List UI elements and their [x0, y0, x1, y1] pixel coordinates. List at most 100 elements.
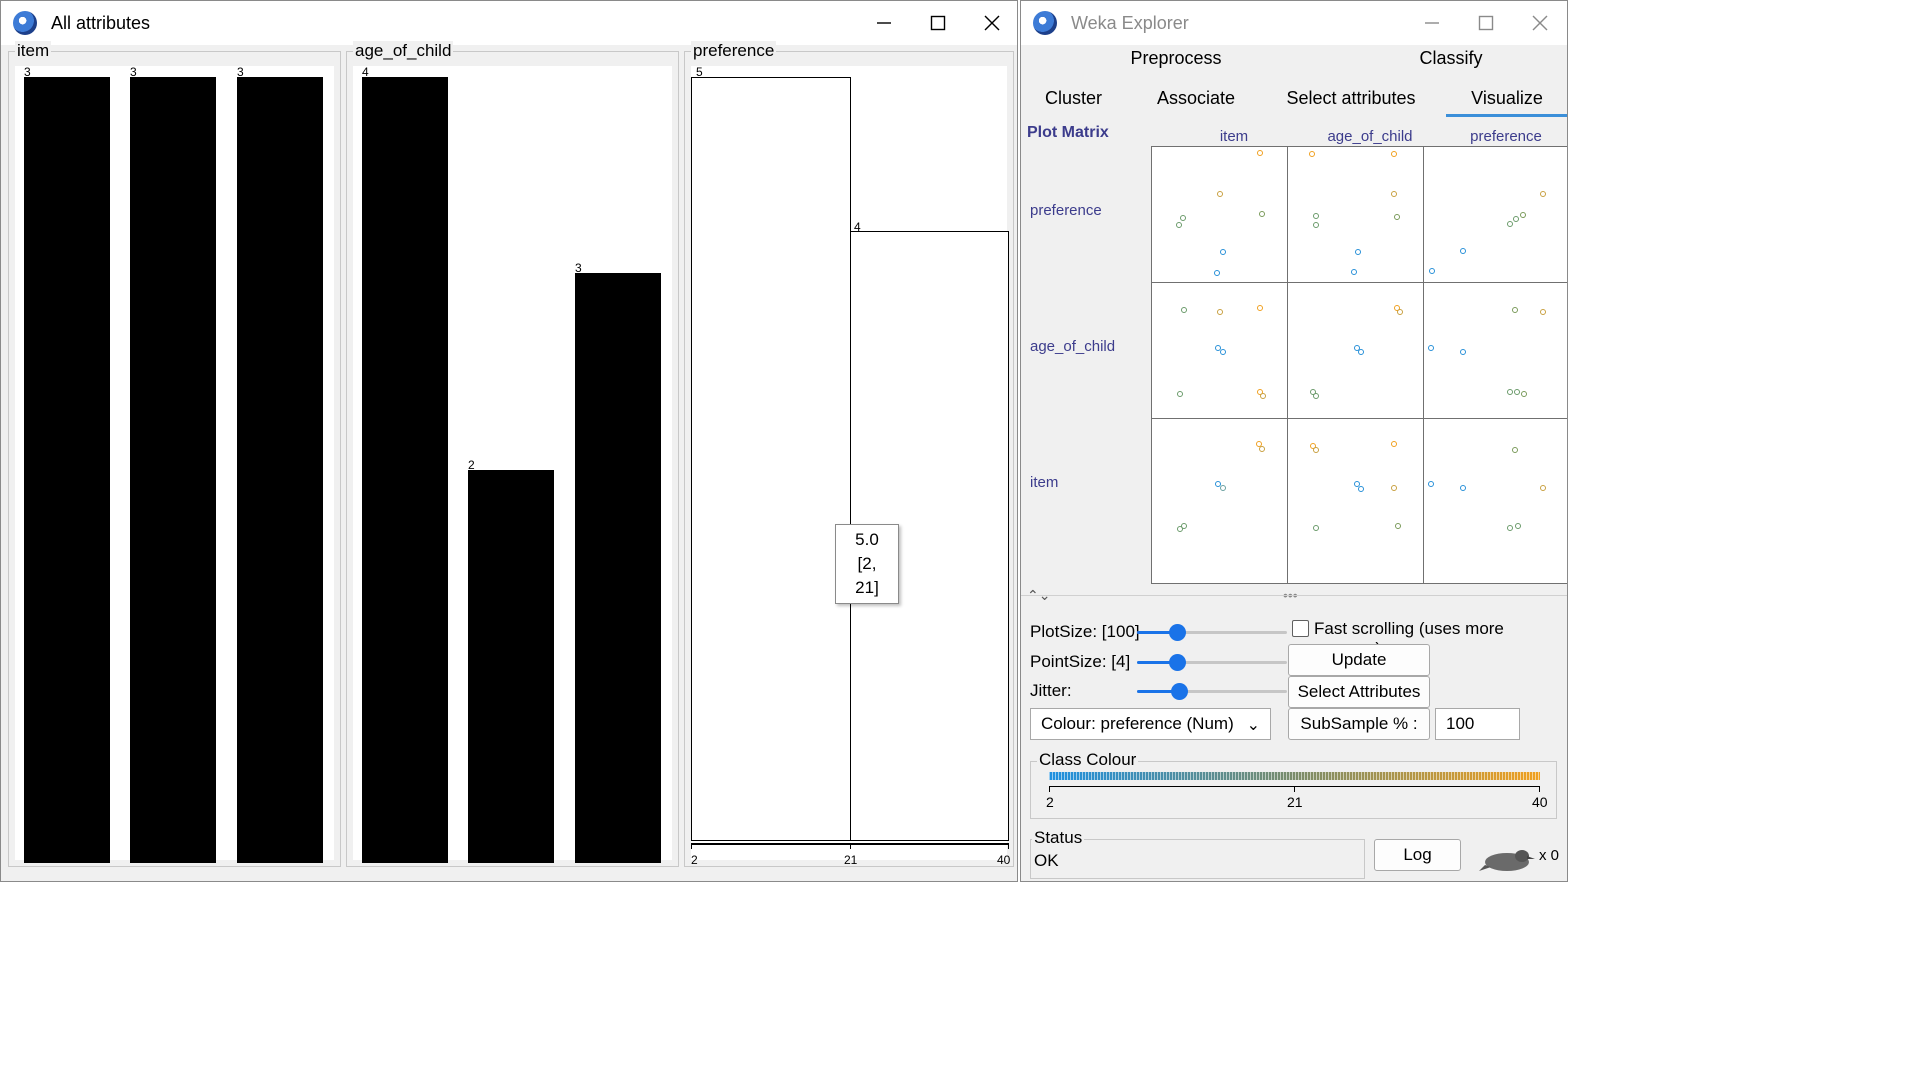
class-colour-bar — [1049, 772, 1540, 780]
tooltip-value: 5.0 — [855, 530, 879, 549]
plot-size-slider[interactable] — [1137, 623, 1287, 641]
scatter-point — [1214, 270, 1220, 276]
scatter-point — [1512, 307, 1518, 313]
histogram-bar[interactable] — [468, 470, 554, 863]
scatter-point — [1176, 222, 1182, 228]
scatter-point — [1257, 150, 1263, 156]
scatter-point — [1313, 213, 1319, 219]
subsample-input[interactable]: 100 — [1435, 708, 1520, 740]
weka-app-icon — [1033, 11, 1057, 35]
scatter-point — [1394, 214, 1400, 220]
maximize-icon — [930, 15, 946, 31]
fast-scrolling-checkbox[interactable] — [1292, 620, 1309, 637]
scatter-point — [1259, 211, 1265, 217]
window-title: All attributes — [51, 13, 151, 33]
axis-tick — [1294, 786, 1295, 792]
scatter-point — [1397, 309, 1403, 315]
panel-title: age_of_child — [353, 41, 454, 61]
subsample-button[interactable]: SubSample % : — [1288, 708, 1430, 740]
scatter-point — [1540, 309, 1546, 315]
jitter-slider[interactable] — [1137, 682, 1287, 700]
scatter-point — [1429, 268, 1435, 274]
status-text: OK — [1034, 851, 1059, 870]
histogram-plot[interactable]: 3 3 3 — [15, 66, 334, 863]
scatter-point — [1313, 525, 1319, 531]
histogram-bar[interactable] — [575, 273, 661, 863]
log-button[interactable]: Log — [1374, 839, 1461, 871]
colour-select[interactable]: Colour: preference (Num) ⌄ — [1030, 708, 1271, 740]
histogram-bar[interactable] — [130, 77, 216, 863]
scatter-point — [1521, 391, 1527, 397]
tooltip-range: [2, 21] — [855, 554, 879, 597]
scatter-point — [1358, 349, 1364, 355]
histogram-bar[interactable] — [237, 77, 323, 863]
scatter-point — [1460, 248, 1466, 254]
close-button[interactable] — [959, 1, 1017, 45]
x-tick-label: 2 — [691, 853, 698, 867]
scatter-point — [1512, 447, 1518, 453]
slider-knob[interactable] — [1169, 624, 1186, 641]
bin-tooltip: 5.0 [2, 21] — [835, 524, 899, 604]
scatter-point — [1358, 486, 1364, 492]
matrix-row-label: item — [1030, 474, 1059, 491]
scatter-point — [1220, 349, 1226, 355]
histogram-bar[interactable] — [24, 77, 110, 863]
matrix-row-label: age_of_child — [1030, 338, 1116, 355]
scatter-point — [1513, 216, 1519, 222]
preference-histogram-panel: preference 5 4 2 21 40 — [684, 41, 1014, 867]
x-tick-label: 40 — [997, 853, 1011, 867]
scatter-point — [1309, 151, 1315, 157]
tab-visualize[interactable]: Visualize — [1446, 88, 1567, 117]
axis-tick — [1049, 786, 1050, 792]
scatter-point — [1313, 393, 1319, 399]
scatter-point — [1260, 393, 1266, 399]
tab-cluster[interactable]: Cluster — [1031, 88, 1116, 116]
scatter-point — [1391, 441, 1397, 447]
point-size-slider[interactable] — [1137, 653, 1287, 671]
panel-title: preference — [691, 41, 777, 61]
scatter-point — [1460, 485, 1466, 491]
chevron-down-icon: ⌄ — [1246, 717, 1260, 734]
scatter-point — [1313, 222, 1319, 228]
minimize-icon — [877, 22, 891, 24]
close-icon — [1532, 15, 1548, 31]
tab-associate[interactable]: Associate — [1146, 88, 1246, 116]
histogram-bar[interactable] — [362, 77, 448, 863]
status-group: Status OK — [1030, 828, 1365, 879]
slider-knob[interactable] — [1169, 654, 1186, 671]
histogram-plot[interactable]: 5 4 2 21 40 — [691, 66, 1010, 867]
scatter-point — [1177, 391, 1183, 397]
scatter-point — [1177, 526, 1183, 532]
slider-knob[interactable] — [1171, 683, 1188, 700]
weka-app-icon — [13, 11, 37, 35]
scatter-point — [1313, 447, 1319, 453]
point-size-label: PointSize: [4] — [1030, 652, 1131, 671]
tab-preprocess[interactable]: Preprocess — [1121, 48, 1231, 69]
tab-select-attributes[interactable]: Select attributes — [1281, 88, 1421, 116]
x-axis-tick — [1008, 843, 1009, 849]
scatter-point — [1507, 389, 1513, 395]
item-histogram-panel: item 3 3 3 — [8, 41, 341, 867]
scatter-point — [1217, 309, 1223, 315]
colour-select-value: Colour: preference (Num) — [1041, 714, 1234, 733]
class-colour-group: Class Colour 2 21 40 — [1030, 750, 1557, 819]
scatter-point — [1540, 485, 1546, 491]
scatter-point — [1507, 221, 1513, 227]
x-axis-tick — [691, 843, 692, 849]
close-button[interactable] — [1507, 1, 1567, 45]
class-colour-tick: 2 — [1046, 794, 1054, 810]
scatter-point — [1181, 307, 1187, 313]
age-of-child-histogram-panel: age_of_child 4 2 3 — [346, 41, 679, 867]
matrix-column-label: preference — [1470, 128, 1542, 145]
update-button[interactable]: Update — [1288, 644, 1430, 676]
select-attributes-button[interactable]: Select Attributes — [1288, 676, 1430, 708]
scatter-cell[interactable] — [1423, 418, 1567, 584]
tab-classify[interactable]: Classify — [1396, 48, 1506, 69]
histogram-plot[interactable]: 4 2 3 — [353, 66, 672, 863]
scatter-point — [1514, 389, 1520, 395]
scatter-point — [1428, 345, 1434, 351]
histogram-bin[interactable] — [691, 77, 851, 841]
title-bar: Weka Explorer — [1021, 1, 1567, 45]
scatter-point — [1391, 151, 1397, 157]
scatter-point — [1391, 191, 1397, 197]
